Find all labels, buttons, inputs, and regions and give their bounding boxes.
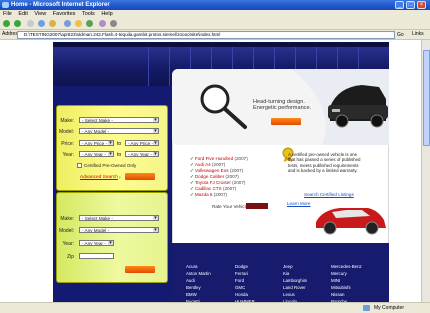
brand-link[interactable]: Mercedes-Benz (331, 264, 362, 269)
search-icon[interactable] (64, 20, 71, 27)
check-icon: ✓ (190, 192, 194, 197)
brand-link[interactable]: MINI (331, 278, 340, 283)
forward-icon[interactable] (14, 20, 21, 27)
learn-more-link[interactable]: Learn More (287, 201, 311, 206)
advanced-search-arrow-icon: › (119, 175, 121, 181)
close-button[interactable]: × (417, 1, 426, 9)
menu-edit[interactable]: Edit (18, 11, 27, 17)
advanced-search-link[interactable]: Advanced Search (80, 175, 118, 180)
brand-link[interactable]: Lamborghini (283, 278, 307, 283)
brand-link[interactable]: Acura (186, 264, 197, 269)
price-from-select[interactable]: - Any Price - (79, 140, 114, 146)
print-icon[interactable] (110, 20, 117, 27)
brand-link[interactable]: Mitsubishi (331, 285, 351, 290)
ie-logo-icon (2, 2, 9, 8)
certified-car-image (316, 208, 386, 235)
check-icon: ✓ (190, 186, 194, 191)
window-titlebar: Home - Microsoft Internet Explorer _ □ × (0, 0, 430, 10)
menu-tools[interactable]: Tools (82, 11, 95, 17)
check-icon: ✓ (190, 162, 194, 167)
check-icon: ✓ (190, 156, 194, 161)
window-title: Home - Microsoft Internet Explorer (11, 2, 110, 8)
cpo-description: A certified pre-owned vehicle is one tha… (288, 152, 361, 174)
history-icon[interactable] (86, 20, 93, 27)
list-item[interactable]: ✓Mazda 6 (2007) (190, 192, 227, 198)
menu-view[interactable]: View (34, 11, 46, 17)
brand-link[interactable]: GMC (235, 285, 245, 290)
price-to-select[interactable]: - Any Price - (125, 140, 159, 146)
new-make-label: Make: (60, 216, 74, 222)
menu-bar: File Edit View Favorites Tools Help (0, 10, 430, 18)
model-label: Model: (58, 129, 74, 135)
hero-line-2: Energetic performance. (253, 105, 312, 111)
brand-link[interactable]: Nissan (331, 292, 344, 297)
brand-link[interactable]: Ford (235, 278, 244, 283)
rate-vehicle-button[interactable] (246, 203, 268, 209)
address-bar: Address D:\TESTING2007\apr823\oldman.242… (0, 30, 430, 40)
maximize-button[interactable]: □ (406, 1, 415, 9)
menu-favorites[interactable]: Favorites (53, 11, 76, 17)
cpo-label: Certified Pre-Owned Only (84, 163, 137, 168)
year-to-label: to (117, 152, 122, 158)
new-model-select[interactable]: - Any Model - (79, 227, 159, 233)
model-select[interactable]: - Any Model - (79, 128, 159, 134)
price-to-label: to (117, 141, 122, 147)
home-icon[interactable] (49, 20, 56, 27)
menu-help[interactable]: Help (101, 11, 112, 17)
stop-icon[interactable] (27, 20, 34, 27)
make-select[interactable]: - Select Make - (79, 117, 159, 123)
brand-link[interactable]: Honda (235, 292, 248, 297)
mail-icon[interactable] (99, 20, 106, 27)
brand-link[interactable]: Lexus (283, 292, 295, 297)
search-certified-link[interactable]: Search Certified Listings (304, 192, 354, 197)
brand-link[interactable]: Dodge (235, 264, 248, 269)
brand-link[interactable]: Land Rover (283, 285, 306, 290)
check-icon: ✓ (190, 180, 194, 185)
new-year-label: Year: (62, 241, 75, 247)
links-label[interactable]: Links (412, 30, 424, 39)
brand-link[interactable]: BMW (186, 292, 197, 297)
scrollbar-thumb[interactable] (423, 50, 430, 146)
brand-link[interactable]: Ferrari (235, 271, 248, 276)
used-search-button[interactable] (125, 173, 155, 180)
brand-link[interactable]: Aston Martin (186, 271, 211, 276)
check-icon: ✓ (190, 168, 194, 173)
make-label: Make: (60, 118, 74, 124)
zip-input[interactable] (79, 253, 114, 259)
zip-label: Zip (67, 254, 74, 260)
brand-link[interactable]: Bentley (186, 285, 201, 290)
check-icon: ✓ (190, 174, 194, 179)
toolbar (0, 18, 430, 30)
refresh-icon[interactable] (38, 20, 45, 27)
status-bar: My Computer (0, 302, 430, 313)
back-icon[interactable] (3, 20, 10, 27)
cpo-checkbox[interactable] (77, 163, 82, 168)
year-label: Year: (62, 152, 75, 158)
brand-link[interactable]: Mercury (331, 271, 347, 276)
menu-file[interactable]: File (3, 11, 12, 17)
address-input[interactable]: D:\TESTING2007\apr823\oldman.242.Flash.4… (17, 31, 395, 39)
new-year-select[interactable]: - Any Year - (79, 240, 114, 246)
computer-icon (363, 305, 370, 311)
year-from-select[interactable]: - Any Year - (79, 151, 114, 157)
brand-link[interactable]: Kia (283, 271, 289, 276)
favorites-icon[interactable] (75, 20, 82, 27)
new-model-label: Model: (58, 228, 74, 234)
vertical-scrollbar[interactable] (421, 40, 430, 302)
minimize-button[interactable]: _ (395, 1, 404, 9)
brand-link[interactable]: Audi (186, 278, 195, 283)
hero-cta-button[interactable] (271, 118, 301, 125)
new-make-select[interactable]: - Select Make - (79, 215, 159, 221)
rate-vehicle-label: Rate Your Vehicle (212, 204, 249, 209)
brand-link[interactable]: Jeep (283, 264, 293, 269)
price-label: Price: (61, 141, 74, 147)
new-search-button[interactable] (125, 266, 155, 273)
year-to-select[interactable]: - Any Year - (125, 151, 159, 157)
go-button[interactable]: Go (397, 31, 404, 40)
